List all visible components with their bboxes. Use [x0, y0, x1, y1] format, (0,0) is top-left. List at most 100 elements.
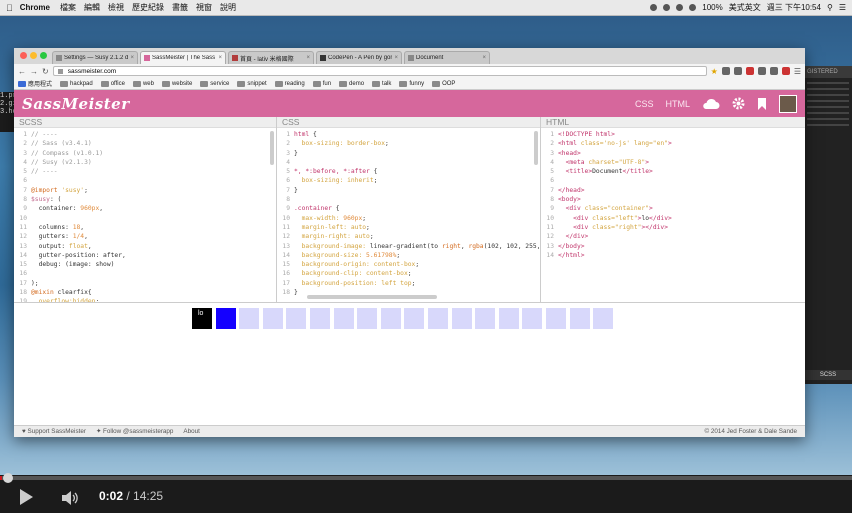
extension-icon[interactable]	[721, 67, 730, 75]
browser-tab-active[interactable]: SassMeister | The Sass Pla×	[140, 51, 226, 64]
code-line[interactable]: 1 // ----	[14, 130, 276, 139]
code-line[interactable]: 15 background-origin: content-box;	[277, 260, 540, 269]
code-line[interactable]: 18 @mixin clearfix{	[14, 288, 276, 297]
code-line[interactable]: 4	[277, 158, 540, 167]
code-line[interactable]: 8	[277, 195, 540, 204]
menu-window[interactable]: 視窗	[196, 2, 212, 13]
about-link[interactable]: About	[183, 428, 199, 435]
code-line[interactable]: 7 @import 'susy';	[14, 186, 276, 195]
html-editor[interactable]: 1 <!DOCTYPE html> 2 <html class='no-js' lan…	[541, 128, 805, 260]
code-line[interactable]: 4 // Susy (v2.1.3)	[14, 158, 276, 167]
follow-link[interactable]: ✦ Follow @sassmeisterapp	[96, 428, 173, 435]
code-line[interactable]: 17 background-position: left top;	[277, 279, 540, 288]
code-line[interactable]: 16 background-clip: content-box;	[277, 269, 540, 278]
zoom-window-button[interactable]	[40, 52, 47, 59]
extension-icon[interactable]	[757, 67, 766, 75]
bookmark-folder[interactable]: snippet	[237, 80, 267, 87]
code-line[interactable]: 6	[14, 176, 276, 185]
code-line[interactable]: 12 </div>	[541, 232, 805, 241]
menu-help[interactable]: 說明	[220, 2, 236, 13]
bookmark-folder[interactable]: website	[161, 80, 192, 87]
code-line[interactable]: 3 // Compass (v1.0.1)	[14, 149, 276, 158]
code-line[interactable]: 6	[541, 176, 805, 185]
gear-icon[interactable]	[732, 97, 745, 110]
cloud-icon[interactable]	[702, 98, 720, 110]
bookmark-folder[interactable]: fun	[312, 80, 331, 87]
code-line[interactable]: 2 box-sizing: border-box;	[277, 139, 540, 148]
status-icon[interactable]	[663, 4, 671, 11]
close-icon[interactable]: ×	[306, 55, 310, 61]
sassmeister-logo[interactable]: SassMeister	[22, 95, 130, 113]
code-line[interactable]: 12 margin-right: auto;	[277, 232, 540, 241]
menu-history[interactable]: 歷史紀錄	[132, 2, 164, 13]
code-line[interactable]: 13 output: float,	[14, 242, 276, 251]
code-line[interactable]: 2 // Sass (v3.4.1)	[14, 139, 276, 148]
close-icon[interactable]: ×	[482, 55, 486, 61]
support-link[interactable]: ♥ Support SassMeister	[22, 428, 86, 435]
html-pane[interactable]: HTML 1 <!DOCTYPE html> 2 <html class='no-js…	[541, 117, 805, 302]
star-icon[interactable]: ★	[711, 67, 718, 76]
extension-icon[interactable]	[769, 67, 778, 75]
status-icon[interactable]	[676, 4, 684, 11]
search-icon[interactable]: ⚲	[827, 3, 833, 12]
progress-bar[interactable]	[0, 476, 852, 480]
code-line[interactable]: 11 margin-left: auto;	[277, 223, 540, 232]
menubar-app-name[interactable]: Chrome	[20, 3, 50, 12]
scss-editor[interactable]: 1 // ---- 2 // Sass (v3.4.1) 3 // Compass (v1…	[14, 128, 276, 302]
bookmark-folder[interactable]: reading	[274, 80, 305, 87]
code-line[interactable]: 11 columns: 18,	[14, 223, 276, 232]
code-line[interactable]: 3}	[277, 149, 540, 158]
input-source[interactable]: 美式英文	[729, 2, 761, 13]
forward-icon[interactable]: →	[30, 67, 38, 76]
code-line[interactable]: 9 .container {	[277, 204, 540, 213]
menu-file[interactable]: 檔案	[60, 2, 76, 13]
url-input[interactable]: sassmeister.com	[52, 66, 707, 76]
close-icon[interactable]: ×	[130, 55, 134, 61]
code-line[interactable]: 9 <div class= "container" >	[541, 204, 805, 213]
code-line[interactable]: 7}	[277, 186, 540, 195]
code-line[interactable]: 15 debug: (image: show)	[14, 260, 276, 269]
code-line[interactable]: 3 <head>	[541, 149, 805, 158]
close-icon[interactable]: ×	[218, 55, 222, 61]
css-scrollbar[interactable]	[534, 131, 538, 165]
css-toggle[interactable]: CSS	[635, 99, 654, 109]
status-icon[interactable]	[650, 4, 658, 11]
code-line[interactable]: 16	[14, 269, 276, 278]
browser-tab[interactable]: Settings — Susy 2.1.2 doc ×	[52, 51, 138, 64]
browser-tab[interactable]: 首頁 - lativ 米格國際 ×	[228, 51, 314, 64]
code-line[interactable]: 13 background-image: linear-gradient(to …	[277, 242, 540, 251]
code-line[interactable]: 14 gutter-position: after,	[14, 251, 276, 260]
back-icon[interactable]: ←	[18, 67, 26, 76]
code-line[interactable]: 5 *, *:before, *:after {	[277, 167, 540, 176]
preview-pane[interactable]: lo	[14, 303, 805, 414]
code-line[interactable]: 1 <!DOCTYPE html>	[541, 130, 805, 139]
css-pane[interactable]: CSS 1 html {2 box-sizing: border-box; 3} 4 5…	[277, 117, 541, 302]
menu-bookmarks[interactable]: 書籤	[172, 2, 188, 13]
scss-scrollbar[interactable]	[270, 131, 274, 165]
bookmark-folder[interactable]: service	[200, 80, 229, 87]
bookmark-apps[interactable]: 應用程式	[18, 79, 52, 88]
menubar-clock[interactable]: 週三 下午10:54	[767, 2, 821, 13]
html-toggle[interactable]: HTML	[666, 99, 691, 109]
code-line[interactable]: 2 <html class='no-js' lang= "en" >	[541, 139, 805, 148]
code-line[interactable]: 1 html {	[277, 130, 540, 139]
bookmark-folder[interactable]: hackpad	[60, 80, 93, 87]
scss-pane[interactable]: SCSS 1 // ---- 2 // Sass (v3.4.1) 3 // Compas…	[14, 117, 277, 302]
code-line[interactable]: 8 $susy: (	[14, 195, 276, 204]
avatar[interactable]	[779, 94, 797, 113]
code-line[interactable]: 17);	[14, 279, 276, 288]
code-line[interactable]: 4 <meta charset= "UTF-8" >	[541, 158, 805, 167]
reload-icon[interactable]: ↻	[42, 67, 49, 76]
code-line[interactable]: 9 container: 960px,	[14, 204, 276, 213]
bookmark-folder[interactable]: OOP	[432, 80, 455, 87]
bookmark-folder[interactable]: web	[132, 80, 154, 87]
code-line[interactable]: 6 box-sizing: inherit;	[277, 176, 540, 185]
menu-icon[interactable]: ☰	[794, 67, 801, 76]
menu-view[interactable]: 檢視	[108, 2, 124, 13]
code-line[interactable]: 12 gutters: 1/4,	[14, 232, 276, 241]
code-line[interactable]: 5 <title> Document </title>	[541, 167, 805, 176]
volume-icon[interactable]	[60, 490, 80, 506]
minimize-window-button[interactable]	[30, 52, 37, 59]
code-line[interactable]: 5 // ----	[14, 167, 276, 176]
code-line[interactable]: 10 max-width: 960px;	[277, 214, 540, 223]
